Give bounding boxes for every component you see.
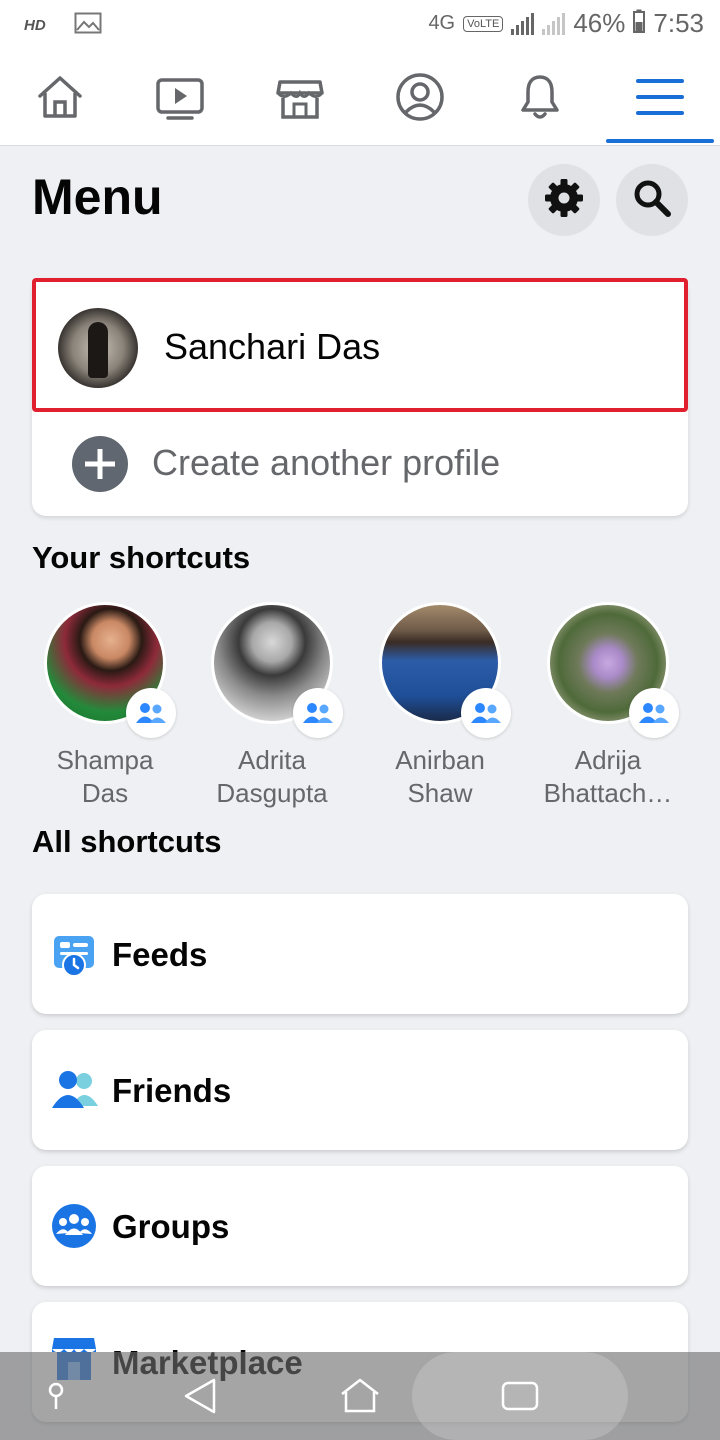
tab-home[interactable] — [0, 52, 120, 146]
plus-icon — [72, 436, 128, 492]
profile-name: Sanchari Das — [164, 326, 381, 367]
system-navigation-bar — [0, 1352, 720, 1440]
tab-menu[interactable] — [600, 52, 720, 146]
gear-icon — [543, 177, 585, 224]
create-profile-label: Create another profile — [152, 442, 501, 483]
groups-icon — [50, 1200, 102, 1252]
feeds-icon — [50, 928, 102, 980]
home-icon — [34, 71, 86, 128]
hd-indicator: HD — [24, 17, 46, 34]
shortcut-item[interactable]: Adrija Bhattach… — [533, 602, 683, 812]
gallery-icon — [74, 12, 102, 39]
friends-badge-icon — [461, 688, 511, 738]
shortcut-feeds[interactable]: Feeds — [32, 894, 688, 1014]
tab-notifications[interactable] — [480, 52, 600, 146]
avatar — [58, 308, 138, 388]
back-button[interactable] — [176, 1372, 224, 1420]
shortcut-name: Adrija Bhattach… — [543, 745, 673, 808]
shortcut-item[interactable]: Adrita Dasgupta — [197, 602, 347, 812]
marketplace-icon — [274, 71, 326, 128]
recent-apps-button[interactable] — [496, 1372, 544, 1420]
network-type: 4G — [428, 12, 456, 34]
create-profile-row[interactable]: Create another profile — [32, 412, 688, 516]
no-signal-icon — [542, 12, 566, 35]
settings-button[interactable] — [528, 164, 600, 236]
battery-icon — [633, 9, 646, 38]
clock: 7:53 — [653, 8, 704, 38]
friends-badge-icon — [629, 688, 679, 738]
top-nav — [0, 52, 720, 146]
video-icon — [154, 71, 206, 128]
friends-icon — [50, 1064, 102, 1116]
shortcuts-title: Your shortcuts — [32, 540, 251, 575]
active-tab-indicator — [606, 139, 714, 143]
page-title: Menu — [32, 169, 163, 225]
shortcut-name: Shampa Das — [56, 745, 154, 808]
shortcut-groups[interactable]: Groups — [32, 1166, 688, 1286]
tab-marketplace[interactable] — [240, 52, 360, 146]
shortcut-friends[interactable]: Friends — [32, 1030, 688, 1150]
friends-badge-icon — [126, 688, 176, 738]
search-button[interactable] — [616, 164, 688, 236]
search-icon — [631, 177, 673, 224]
profile-card: Sanchari Das Create another profile — [32, 278, 688, 516]
shortcut-name: Anirban Shaw — [395, 745, 485, 808]
friends-badge-icon — [293, 688, 343, 738]
home-button[interactable] — [336, 1372, 384, 1420]
shortcut-item[interactable]: Shampa Das — [30, 602, 180, 812]
bell-icon — [514, 71, 566, 128]
shortcut-name: Adrita Dasgupta — [216, 745, 328, 808]
tab-profile[interactable] — [360, 52, 480, 146]
volte-badge: VoLTE — [463, 15, 504, 32]
hamburger-menu-icon — [634, 71, 686, 128]
status-bar: HD 4G VoLTE 46% 7:53 — [0, 0, 720, 52]
battery-percent: 46% — [573, 8, 626, 38]
profile-row[interactable]: Sanchari Das — [32, 278, 688, 412]
shortcut-label: Groups — [112, 1208, 230, 1245]
shortcut-label: Friends — [112, 1072, 232, 1109]
signal-icon — [511, 12, 535, 35]
all-shortcuts-title: All shortcuts — [32, 824, 222, 859]
tab-video[interactable] — [120, 52, 240, 146]
pin-icon[interactable] — [32, 1372, 80, 1420]
profile-icon — [394, 71, 446, 128]
shortcut-item[interactable]: Anirban Shaw — [365, 602, 515, 812]
shortcut-label: Feeds — [112, 936, 208, 973]
